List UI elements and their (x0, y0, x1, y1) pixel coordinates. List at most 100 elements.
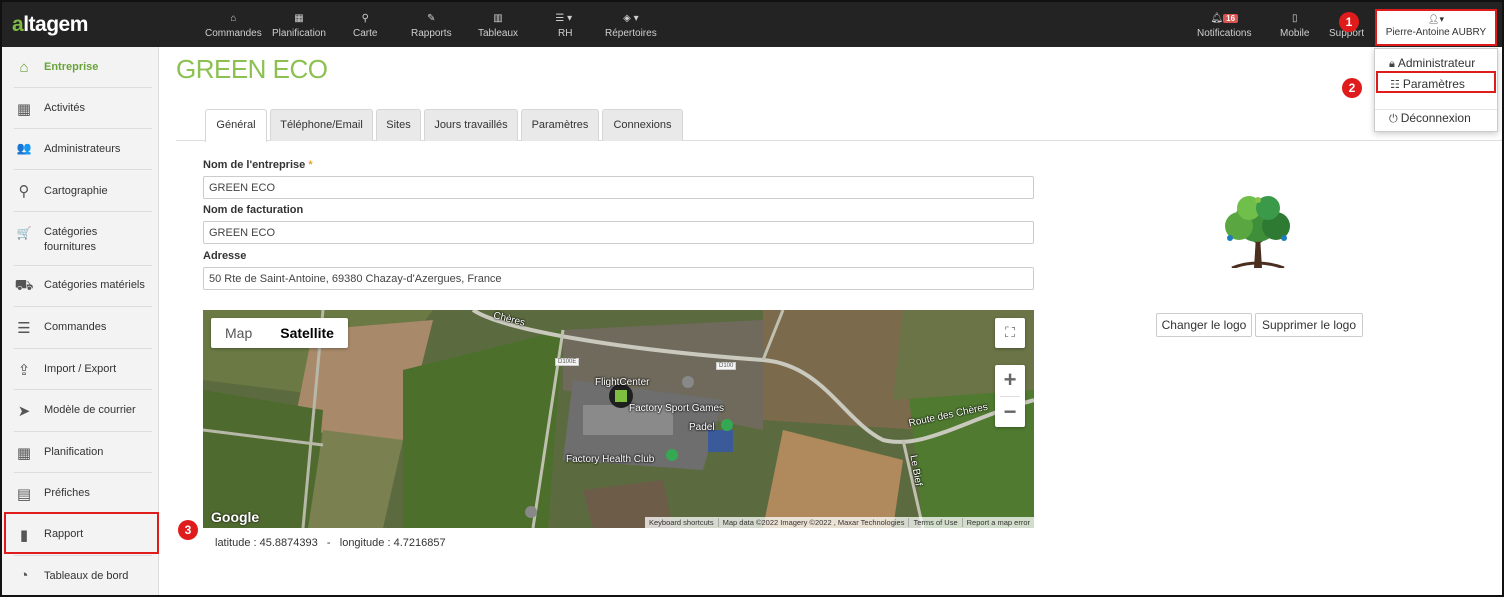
nav-label: Répertoires (605, 28, 657, 39)
app-frame: altagem ⌂ Commandes ▦ Planification ⚲ Ca… (0, 0, 1504, 597)
sidebar-item-administrateurs[interactable]: 👥 Administrateurs (14, 129, 152, 170)
map-type-satellite-button[interactable]: Satellite (266, 318, 348, 348)
menu-item-label: Paramètres (1402, 77, 1465, 91)
grid-icon: ▦ (16, 101, 32, 118)
callout-2: 2 (1342, 78, 1362, 98)
tab-parametres[interactable]: Paramètres (521, 109, 599, 141)
sidebar-item-categories-fournitures[interactable]: 🛒 Catégories fournitures (14, 212, 152, 266)
sidebar-item-planification[interactable]: ▦ Planification (14, 432, 152, 473)
report-map-error-link[interactable]: Report a map error (961, 518, 1034, 527)
home-icon: ⌂ (19, 59, 29, 76)
sidebar-item-prefiches[interactable]: ▤ Préfiches (14, 473, 152, 514)
upload-icon: ⇪ (17, 362, 31, 379)
nav-label: RH (558, 28, 573, 39)
nav-carte[interactable]: ⚲ Carte (353, 13, 378, 40)
nav-tableaux[interactable]: ▥ Tableaux (478, 13, 519, 40)
calendar-icon: ▦ (294, 13, 304, 24)
sidebar-item-label: Planification (44, 446, 104, 458)
billing-name-input[interactable] (203, 221, 1034, 244)
sidebar-item-label: Tableaux de bord (44, 570, 129, 582)
sidebar-item-commandes[interactable]: ☰ Commandes (14, 307, 152, 349)
company-name-input[interactable] (203, 176, 1034, 199)
tab-jours-travailles[interactable]: Jours travaillés (424, 109, 518, 141)
map-marker-icon: ⚲ (361, 13, 369, 24)
tab-general[interactable]: Général (205, 109, 267, 142)
sidebar-item-label: Catégories matériels (44, 279, 145, 291)
nav-planification[interactable]: ▦ Planification (272, 13, 326, 40)
sidebar-item-import-export[interactable]: ⇪ Import / Export (14, 349, 152, 390)
map-label-sport-games: Factory Sport Games (629, 403, 725, 414)
bell-icon: 🔔︎ 16 (1197, 14, 1251, 25)
delete-logo-button[interactable]: Supprimer le logo (1255, 313, 1363, 337)
nav-label: Mobile (1280, 28, 1310, 39)
mobile-icon: ▯ (1291, 13, 1298, 24)
nav-label: Carte (353, 28, 378, 39)
menu-item-label: Administrateur (1397, 56, 1476, 70)
satellite-map[interactable]: D100E D100 Chères FlightCenter Factory S… (203, 310, 1034, 528)
fullscreen-icon[interactable]: ⛶ (995, 318, 1025, 348)
list-icon: ☰ (17, 320, 31, 337)
sidebar-item-label: Activités (44, 102, 85, 114)
nav-rapports[interactable]: ✎ Rapports (411, 14, 452, 40)
nav-rh[interactable]: ☰ ▾ RH (555, 13, 573, 40)
sliders-icon: ☷ (1390, 79, 1400, 91)
sidebar-item-label: Administrateurs (44, 143, 121, 155)
sidebar-item-modele-de-courrier[interactable]: ➤ Modèle de courrier (14, 390, 152, 432)
table-icon: ▥ (493, 13, 503, 24)
calendar-icon: ▦ (16, 445, 32, 462)
truck-icon: ⛟ (14, 277, 34, 294)
nav-label: Tableaux (478, 28, 519, 39)
sidebar-item-activites[interactable]: ▦ Activités (14, 88, 152, 129)
user-name: Pierre-Antoine AUBRY (1385, 27, 1487, 38)
map-label-padel: Padel (689, 422, 715, 433)
sidebar-item-tableaux-de-bord[interactable]: ◔ Tableaux de bord (14, 556, 152, 595)
top-navbar: altagem ⌂ Commandes ▦ Planification ⚲ Ca… (2, 2, 1502, 47)
keyboard-shortcuts-link[interactable]: Keyboard shortcuts (645, 518, 718, 527)
tab-telephone-email[interactable]: Téléphone/Email (270, 109, 373, 141)
map-type-map-button[interactable]: Map (211, 318, 266, 348)
sidebar-item-categories-materiels[interactable]: ⛟ Catégories matériels (14, 266, 152, 307)
label-text: Nom de l'entreprise (203, 159, 306, 171)
nav-label: Rapports (411, 28, 452, 39)
sidebar-item-entreprise[interactable]: ⌂ Entreprise (14, 47, 152, 88)
zoom-in-button[interactable]: + (995, 365, 1025, 396)
tab-sites[interactable]: Sites (376, 109, 421, 141)
address-label: Adresse (203, 250, 247, 262)
cart-icon: 🛒 (16, 226, 32, 240)
road-tag-d100: D100 (716, 362, 737, 370)
rapport-highlight-box (4, 512, 159, 554)
map-label-health-club: Factory Health Club (566, 454, 655, 465)
page-title: GREEN ECO (176, 54, 328, 84)
map-attribution: Keyboard shortcuts Map data ©2022 Imagery… (644, 517, 1034, 528)
map-data-text: Map data ©2022 Imagery ©2022 , Maxar Tec… (717, 518, 909, 527)
paper-plane-icon: ➤ (17, 403, 31, 420)
sidebar-item-label: Modèle de courrier (44, 404, 136, 416)
app-logo[interactable]: altagem (12, 13, 88, 37)
notification-badge: 16 (1223, 14, 1239, 23)
nav-label: Planification (272, 28, 326, 39)
company-name-label: Nom de l'entreprise * (203, 159, 313, 171)
address-input[interactable] (203, 267, 1034, 290)
nav-commandes[interactable]: ⌂ Commandes (205, 14, 262, 40)
list-icon: ☰ ▾ (555, 13, 573, 24)
tab-connexions[interactable]: Connexions (602, 109, 683, 141)
terms-of-use-link[interactable]: Terms of Use (908, 518, 962, 527)
zoom-out-button[interactable]: − (995, 397, 1025, 428)
callout-3: 3 (178, 520, 198, 540)
sidebar-item-cartographie[interactable]: ⚲ Cartographie (14, 170, 152, 212)
users-icon: 👥 (16, 141, 32, 155)
nav-mobile[interactable]: ▯ Mobile (1280, 13, 1310, 40)
nav-repertoires[interactable]: ◈ ▾ Répertoires (605, 13, 657, 40)
logo-accent-letter: a (12, 13, 24, 36)
nav-notifications[interactable]: 🔔︎ 16 Notifications (1197, 14, 1251, 40)
nav-label: Commandes (205, 28, 262, 39)
tab-bar: Général Téléphone/Email Sites Jours trav… (176, 109, 1502, 142)
map-marker-icon: ⚲ (18, 183, 30, 200)
map-label-flight-center: FlightCenter (595, 377, 650, 388)
user-icon: 👤︎▾ (1428, 14, 1444, 24)
change-logo-button[interactable]: Changer le logo (1156, 313, 1252, 337)
dashboard-icon: ◔ (19, 567, 29, 584)
cube-icon: ◈ ▾ (623, 13, 639, 24)
user-menu-toggle[interactable]: 👤︎▾ Pierre-Antoine AUBRY (1375, 9, 1497, 46)
menu-item-parametres[interactable]: ☷ Paramètres (1376, 71, 1496, 93)
